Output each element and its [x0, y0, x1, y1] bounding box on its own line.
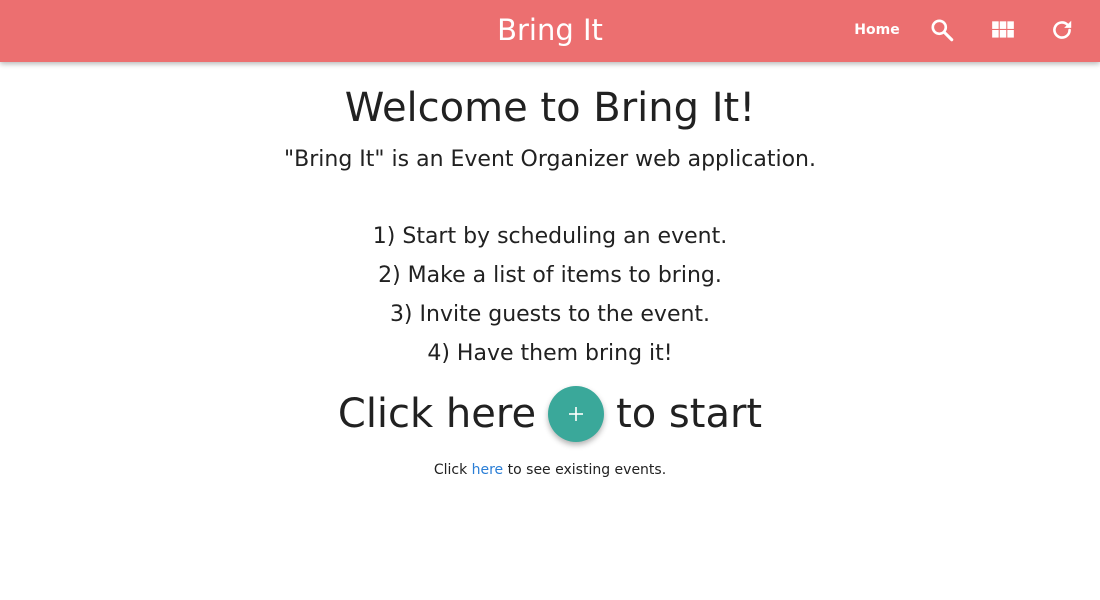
cta-text-before: Click here	[337, 391, 537, 437]
existing-suffix: to see existing events.	[507, 462, 667, 478]
add-event-button[interactable]	[548, 386, 605, 442]
plus-icon	[569, 407, 584, 421]
existing-events-line: Click here to see existing events.	[0, 460, 1100, 480]
apps-grid-icon[interactable]	[990, 17, 1016, 43]
step-item: 3) Invite guests to the event.	[389, 302, 711, 327]
step-item: 2) Make a list of items to bring.	[378, 263, 722, 288]
main-content: Welcome to Bring It! "Bring It" is an Ev…	[0, 62, 1100, 600]
tagline: "Bring It" is an Event Organizer web app…	[284, 147, 816, 172]
top-app-bar: Bring It Home	[0, 0, 1100, 62]
existing-prefix: Click	[433, 462, 468, 478]
steps-list: 1) Start by scheduling an event. 2) Make…	[0, 217, 1100, 373]
nav-home-link[interactable]: Home	[850, 19, 904, 41]
step-item: 4) Have them bring it!	[427, 341, 673, 366]
existing-events-link[interactable]: here	[472, 462, 504, 478]
search-icon[interactable]	[929, 17, 955, 43]
start-cta: Click here to start	[0, 382, 1100, 446]
step-item: 1) Start by scheduling an event.	[372, 224, 728, 249]
cta-text-after: to start	[616, 391, 763, 437]
page-title: Welcome to Bring It!	[344, 85, 756, 131]
refresh-icon[interactable]	[1049, 17, 1075, 43]
